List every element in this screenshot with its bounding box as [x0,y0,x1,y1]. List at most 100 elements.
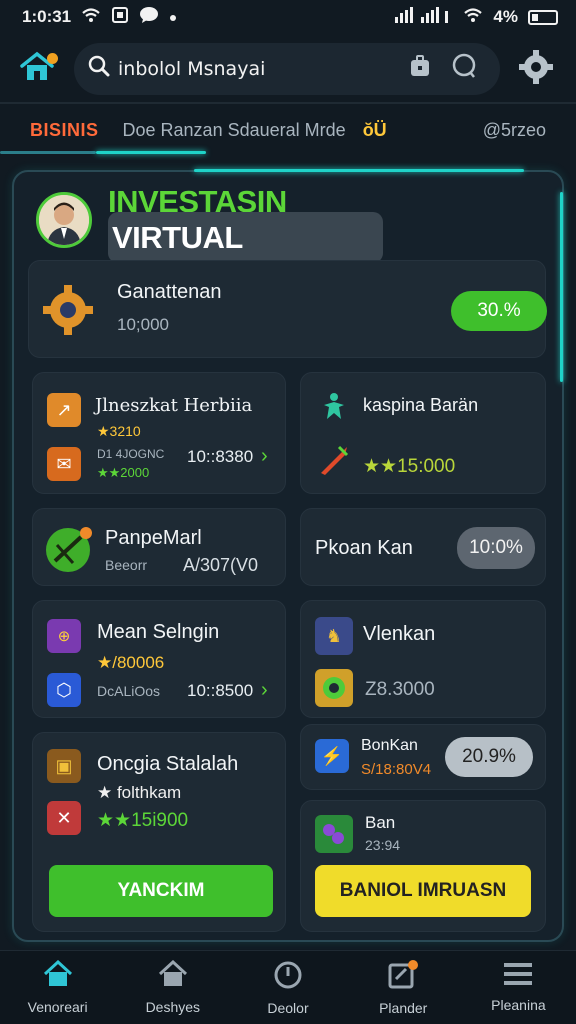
timer-icon [273,959,303,994]
coin-icon [315,669,353,707]
nav-label: Venoreari [27,999,88,1015]
panel-header: INVESTASIN VIRTUAL [36,184,546,263]
ticker-bar: BISINIS Doe Ranzan Sdaueral Mrde ŏÜ @5rz… [0,112,576,148]
planner-icon [387,959,419,994]
battery-percent: 4% [493,7,518,26]
figure-icon [319,391,349,426]
nav-item-dollar[interactable]: Deolor [230,951,345,1024]
summary-title: Ganattenan [117,281,222,303]
summary-card[interactable]: Ganattenan 10;000 30.% [28,260,547,358]
status-bar: 1:0:31 4% [0,0,576,34]
ticker-text: Doe Ranzan Sdaueral Mrde [122,119,346,140]
wifi-icon [81,7,101,27]
card-badge: 20.9% [445,737,533,777]
ticker-label[interactable]: BISINIS [30,120,99,141]
top-bar: inbolol Msnayai [0,36,576,102]
card-value: ★★15i900 [97,810,189,831]
chevron-right-icon[interactable]: › [261,445,268,468]
chart-icon: ⊕ [47,619,81,653]
investment-card[interactable]: ⊕ Mean Selngin ★/80006 ⬡ DcALiOos 10::85… [32,600,286,718]
card-title: Ban [365,813,396,832]
divider [0,102,576,104]
box-icon: ✕ [47,801,81,835]
investment-card[interactable]: ▣ Oncgia Stalalah ★ folthkam ✕ ★★15i900 … [32,732,286,932]
investment-card[interactable]: PanpeMarl Beeorr A/307(V0 [32,508,286,586]
card-value: Z8.3000 [365,679,435,700]
card-value: ★★15:000 [363,456,456,477]
trend-up-icon: ↗ [47,393,81,427]
nav-label: Pleanina [491,997,546,1013]
nav-label: Deolor [267,1000,309,1016]
card-subtitle: ★3210 [97,423,141,439]
search-bar[interactable]: inbolol Msnayai [74,43,500,95]
card-badge: 10:0% [457,527,535,569]
summary-badge: 30.% [451,291,547,331]
panel-title: INVESTASIN VIRTUAL [108,184,546,263]
clipboard-icon [111,6,129,29]
bag-button[interactable] [398,49,442,89]
investment-card[interactable]: ↗ Jlneszkat Herbiia ★3210 ✉ D1 4JOGNC ★★… [32,372,286,494]
nav-item-buildings[interactable]: Deshyes [115,951,230,1024]
notification-dot [47,53,58,64]
panel-title-white: VIRTUAL [108,212,383,263]
lightning-icon: ⚡ [315,739,349,773]
card-line: DcALiOos [97,683,161,699]
card-value: A/307(V0 [183,555,259,575]
bag-icon [408,54,432,84]
home-icon [20,51,54,87]
sword-icon [43,523,95,580]
character-icon: ♞ [315,617,353,655]
card-title: Mean Selngin [97,621,220,643]
card-subtitle: ★/80006 [97,653,165,672]
nav-label: Plander [379,1000,428,1016]
investment-card[interactable]: kaspina Barän ★★15:000 [300,372,546,494]
panel-glow-right [560,192,563,382]
chest-icon: ▣ [47,749,81,783]
card-value: 10::8380 [187,447,254,466]
investment-card[interactable]: Pkoan Kan 10:0% [300,508,546,586]
card-title: BonKan [361,737,418,754]
bottom-nav: Venoreari Deshyes Deolor Plander Pleanin… [0,950,576,1024]
investment-card[interactable]: ⚡ BonKan S/18:80V4 20.9% [300,724,546,790]
hexagon-icon: ⬡ [47,673,81,707]
chat-icon [451,53,477,85]
gems-icon [315,815,353,853]
search-icon [88,55,118,83]
card-title: Jlneszkat Herbiia [95,395,253,416]
gear-icon [519,49,553,89]
settings-button[interactable] [516,49,556,89]
nav-item-home[interactable]: Venoreari [0,951,115,1024]
chat-button[interactable] [442,49,486,89]
rocket-icon [317,441,353,482]
nav-item-menu[interactable]: Pleanina [461,951,576,1024]
card-subtitle: Beeorr [105,557,148,573]
card-title: Vlenkan [363,623,436,645]
green-action-button[interactable]: YANCKIM [49,865,273,917]
message-icon [139,6,159,29]
investment-card[interactable]: ♞ Vlenkan Z8.3000 [300,600,546,718]
card-subtitle: 23:94 [365,837,401,853]
card-subtitle: S/18:80V4 [361,761,432,778]
gear-icon [41,283,95,342]
card-value: 10::8500 [187,681,254,700]
card-title: PanpeMarl [105,527,202,549]
search-input[interactable]: inbolol Msnayai [118,58,398,80]
dot-icon [169,7,177,27]
nav-label: Deshyes [145,999,201,1015]
signal-icon [395,6,453,28]
summary-value: 10;000 [117,315,169,334]
battery-icon [528,9,558,25]
investment-card[interactable]: Ban 23:94 BANIOL IMRUASN [300,800,546,932]
panel-glow-top [194,169,524,172]
card-rating: ★★2000 [97,465,150,480]
house-icon [158,959,188,993]
avatar[interactable] [36,192,92,248]
home-icon [43,959,73,993]
nav-item-planner[interactable]: Plander [346,951,461,1024]
yellow-action-button[interactable]: BANIOL IMRUASN [315,865,531,917]
chevron-right-icon[interactable]: › [261,679,268,702]
home-button[interactable] [20,51,58,87]
ticker-badge: ŏÜ [362,119,387,140]
menu-icon [504,962,533,991]
ticker-right-text: @5rzeo [482,119,546,140]
